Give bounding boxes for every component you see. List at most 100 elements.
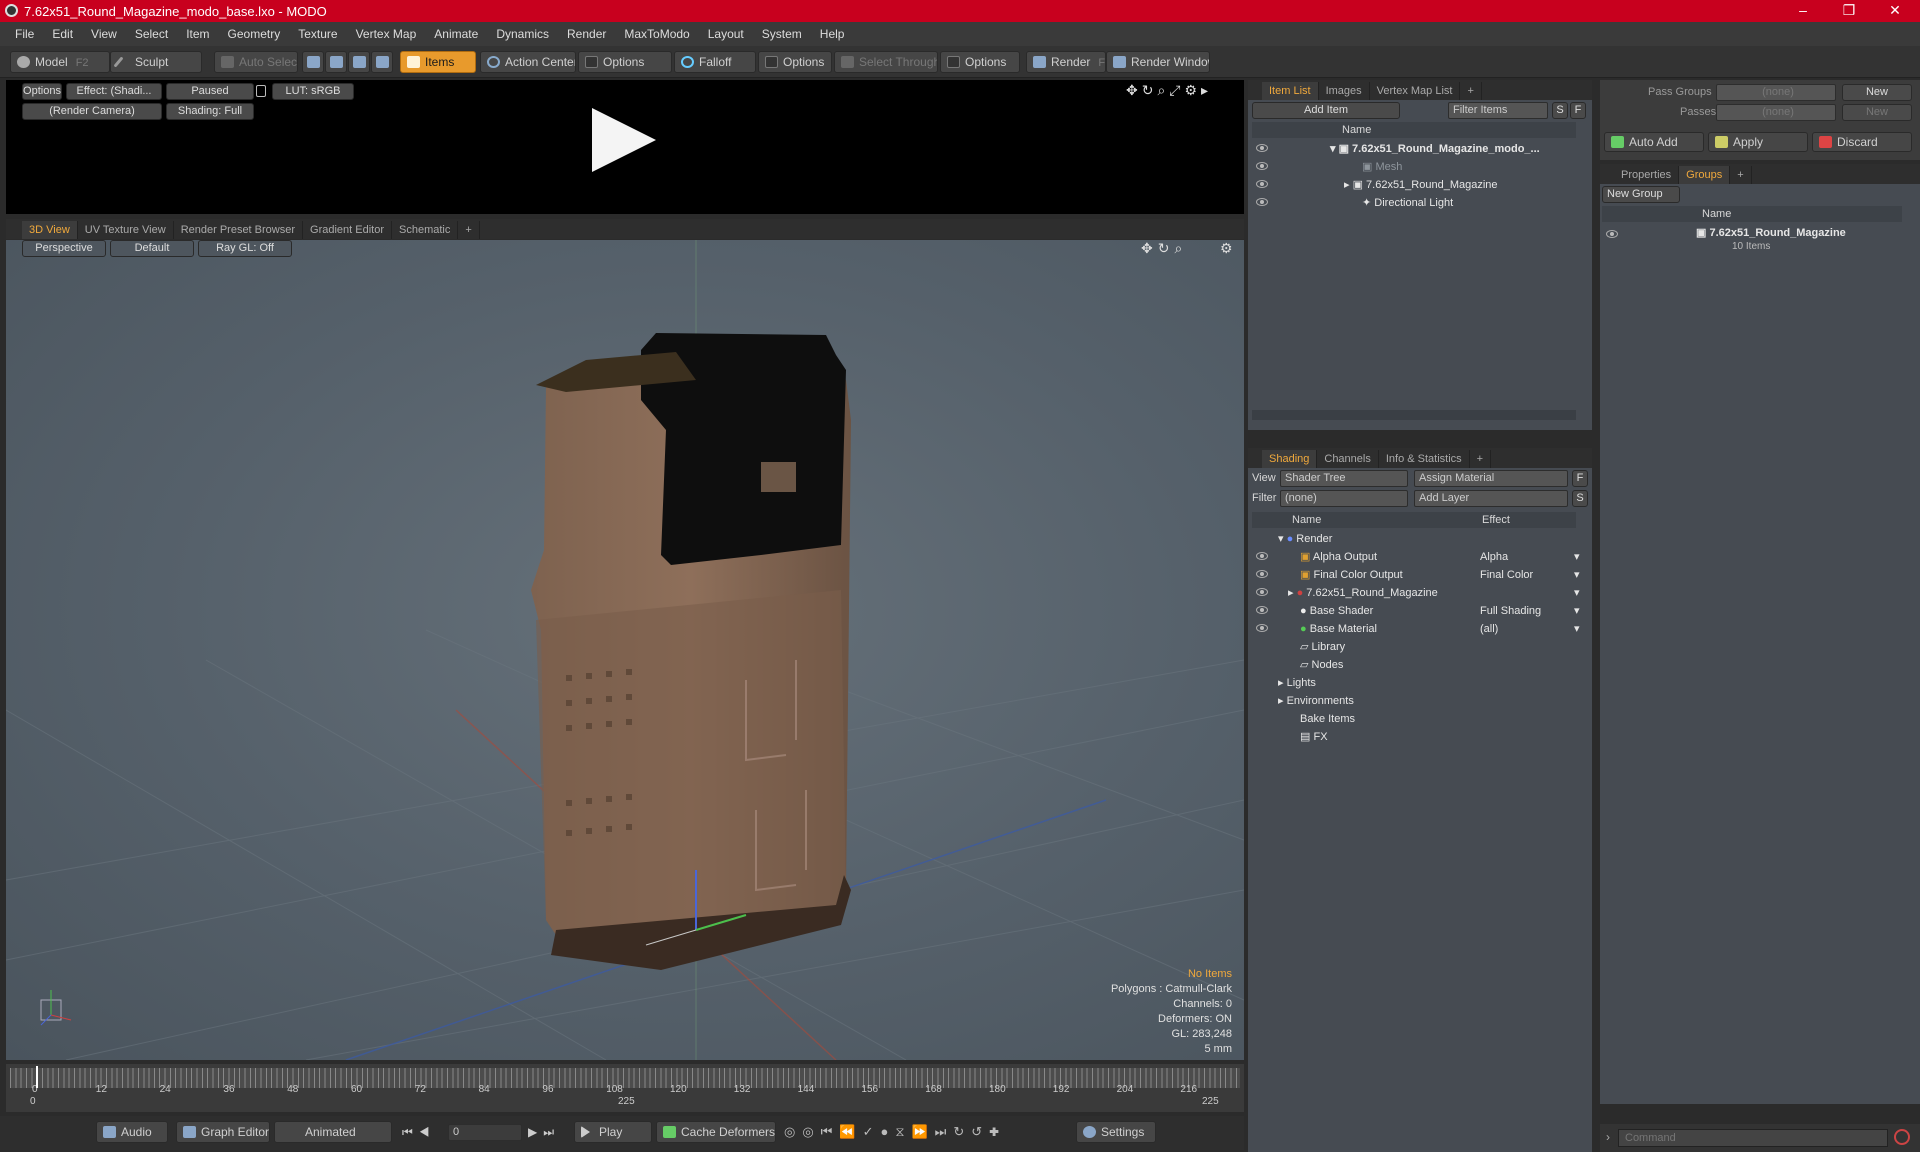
falloff-button[interactable]: Falloff [674, 51, 756, 73]
play-button[interactable]: Play [574, 1121, 652, 1143]
visibility-eye-icon[interactable] [1256, 552, 1268, 560]
render-button[interactable]: RenderF9 [1026, 51, 1106, 73]
items-mode-button[interactable]: Items [400, 51, 476, 73]
add-layer-dropdown[interactable]: Add Layer [1414, 490, 1568, 507]
transform-gizmo[interactable] [636, 870, 756, 990]
preview-view-controls-icon[interactable]: ✥↻⌕⤢⚙▸ [1126, 82, 1212, 99]
add-item-dropdown[interactable]: Add Item [1252, 102, 1400, 119]
discard-button[interactable]: Discard [1812, 132, 1912, 152]
final-color-effect-dropdown[interactable]: Final Color [1480, 566, 1533, 584]
add-tab-icon[interactable]: + [1460, 82, 1482, 100]
cache-deformers-button[interactable]: Cache Deformers [656, 1121, 776, 1143]
shading-filter-dropdown[interactable]: (none) [1280, 490, 1408, 507]
menu-texture[interactable]: Texture [289, 27, 346, 41]
material-mode-button[interactable] [371, 51, 393, 73]
shader-row-base-material[interactable]: ● Base Material (all) ▾ [1300, 620, 1600, 638]
item-mesh[interactable]: ▣ Mesh [1362, 158, 1402, 176]
shader-row-bake-items[interactable]: Bake Items [1300, 710, 1355, 728]
visibility-eye-icon[interactable] [1256, 144, 1268, 152]
select-through-button[interactable]: Select Through [834, 51, 938, 73]
default-shading-dropdown[interactable]: Default [110, 240, 194, 257]
action-center-button[interactable]: Action Center [480, 51, 576, 73]
tab-info-statistics[interactable]: Info & Statistics [1379, 450, 1470, 468]
visibility-eye-icon[interactable] [1256, 162, 1268, 170]
stop-icon[interactable] [1894, 1129, 1910, 1145]
menu-file[interactable]: File [6, 27, 43, 41]
tab-vertex-map-list[interactable]: Vertex Map List [1370, 82, 1461, 100]
tab-render-preset-browser[interactable]: Render Preset Browser [174, 221, 304, 239]
preview-pause-button[interactable]: Paused [166, 83, 254, 100]
visibility-eye-icon[interactable] [1606, 230, 1618, 238]
filter-items-input[interactable]: Filter Items [1448, 102, 1548, 119]
menu-help[interactable]: Help [811, 27, 854, 41]
new-group-button[interactable]: New Group [1602, 186, 1680, 203]
play-icon[interactable] [592, 108, 656, 172]
add-tab-icon[interactable]: + [1730, 166, 1752, 184]
visibility-eye-icon[interactable] [1256, 624, 1268, 632]
visibility-eye-icon[interactable] [1256, 588, 1268, 596]
menu-animate[interactable]: Animate [425, 27, 487, 41]
tab-channels[interactable]: Channels [1317, 450, 1379, 468]
item-list-scrollbar[interactable] [1252, 410, 1576, 420]
apply-button[interactable]: Apply [1708, 132, 1808, 152]
base-shader-effect-dropdown[interactable]: Full Shading [1480, 602, 1541, 620]
visibility-eye-icon[interactable] [1256, 198, 1268, 206]
alpha-effect-dropdown[interactable]: Alpha [1480, 548, 1508, 566]
render-window-button[interactable]: Render Window [1106, 51, 1210, 73]
auto-select-button[interactable]: Auto Select [214, 51, 298, 73]
shader-tree-dropdown[interactable]: Shader Tree [1280, 470, 1408, 487]
tab-shading[interactable]: Shading [1262, 450, 1318, 468]
shading-s-button[interactable]: S [1572, 490, 1588, 507]
shader-row-base-shader[interactable]: ● Base Shader Full Shading ▾ [1300, 602, 1600, 620]
item-list-s-button[interactable]: S [1552, 102, 1568, 119]
menu-edit[interactable]: Edit [43, 27, 82, 41]
3d-viewport[interactable]: Perspective Default Ray GL: Off ✥↻⌕ ⚙ No… [6, 240, 1244, 1060]
item-directional-light[interactable]: ✦ Directional Light [1362, 194, 1453, 212]
perspective-dropdown[interactable]: Perspective [22, 240, 106, 257]
preview-options-button[interactable]: Options [22, 83, 62, 100]
assign-material-button[interactable]: Assign Material [1414, 470, 1568, 487]
vertex-mode-button[interactable] [302, 51, 324, 73]
preview-effect-dropdown[interactable]: Effect: (Shadi... [66, 83, 162, 100]
shader-row-lights[interactable]: ▸ Lights [1278, 674, 1316, 692]
passes-dropdown[interactable]: (none) [1716, 104, 1836, 121]
menu-layout[interactable]: Layout [699, 27, 753, 41]
viewport-nav-controls-icon[interactable]: ✥↻⌕ [1141, 240, 1187, 257]
menu-render[interactable]: Render [558, 27, 615, 41]
maximize-button[interactable]: ❐ [1826, 0, 1872, 22]
pass-groups-dropdown[interactable]: (none) [1716, 84, 1836, 101]
settings-button[interactable]: Settings [1076, 1121, 1156, 1143]
shader-row-library[interactable]: ▱ Library [1300, 638, 1345, 656]
shader-row-nodes[interactable]: ▱ Nodes [1300, 656, 1343, 674]
menu-maxtomodo[interactable]: MaxToModo [615, 27, 698, 41]
shader-row-environments[interactable]: ▸ Environments [1278, 692, 1354, 710]
visibility-eye-icon[interactable] [1256, 180, 1268, 188]
viewport-settings-gear-icon[interactable]: ⚙ [1220, 240, 1233, 257]
animated-dropdown[interactable]: Animated [274, 1121, 392, 1143]
new-pass-group-button[interactable]: New [1842, 84, 1912, 101]
item-scene-root[interactable]: ▾ ▣ 7.62x51_Round_Magazine_modo_... [1330, 140, 1540, 158]
action-center-options-button[interactable]: Options [578, 51, 672, 73]
menu-system[interactable]: System [753, 27, 811, 41]
visibility-eye-icon[interactable] [1256, 606, 1268, 614]
shading-f-button[interactable]: F [1572, 470, 1588, 487]
audio-button[interactable]: Audio [96, 1121, 168, 1143]
select-through-options-button[interactable]: Options [940, 51, 1020, 73]
sculpt-mode-button[interactable]: Sculpt [110, 51, 202, 73]
shader-row-fx[interactable]: ▤ FX [1300, 728, 1328, 746]
polygon-mode-button[interactable] [348, 51, 370, 73]
auto-add-button[interactable]: Auto Add [1604, 132, 1704, 152]
render-camera-dropdown[interactable]: (Render Camera) [22, 103, 162, 120]
raygl-dropdown[interactable]: Ray GL: Off [198, 240, 292, 257]
add-tab-icon[interactable]: + [1470, 450, 1492, 468]
tab-properties[interactable]: Properties [1614, 166, 1680, 184]
command-input[interactable] [1618, 1129, 1888, 1147]
timeline[interactable]: 0 12 24 36 48 60 72 84 96 108 120 132 144 156 168 180 19… [6, 1064, 1244, 1112]
tab-3d-view[interactable]: 3D View [22, 221, 78, 239]
menu-geometry[interactable]: Geometry [219, 27, 290, 41]
step-forward-icons[interactable]: ▶⏭ [528, 1125, 560, 1140]
group-magazine[interactable]: ▣ 7.62x51_Round_Magazine [1696, 224, 1846, 242]
step-back-icons[interactable]: ⏮◀ [402, 1125, 436, 1140]
new-pass-button[interactable]: New [1842, 104, 1912, 121]
tab-groups[interactable]: Groups [1679, 166, 1731, 184]
